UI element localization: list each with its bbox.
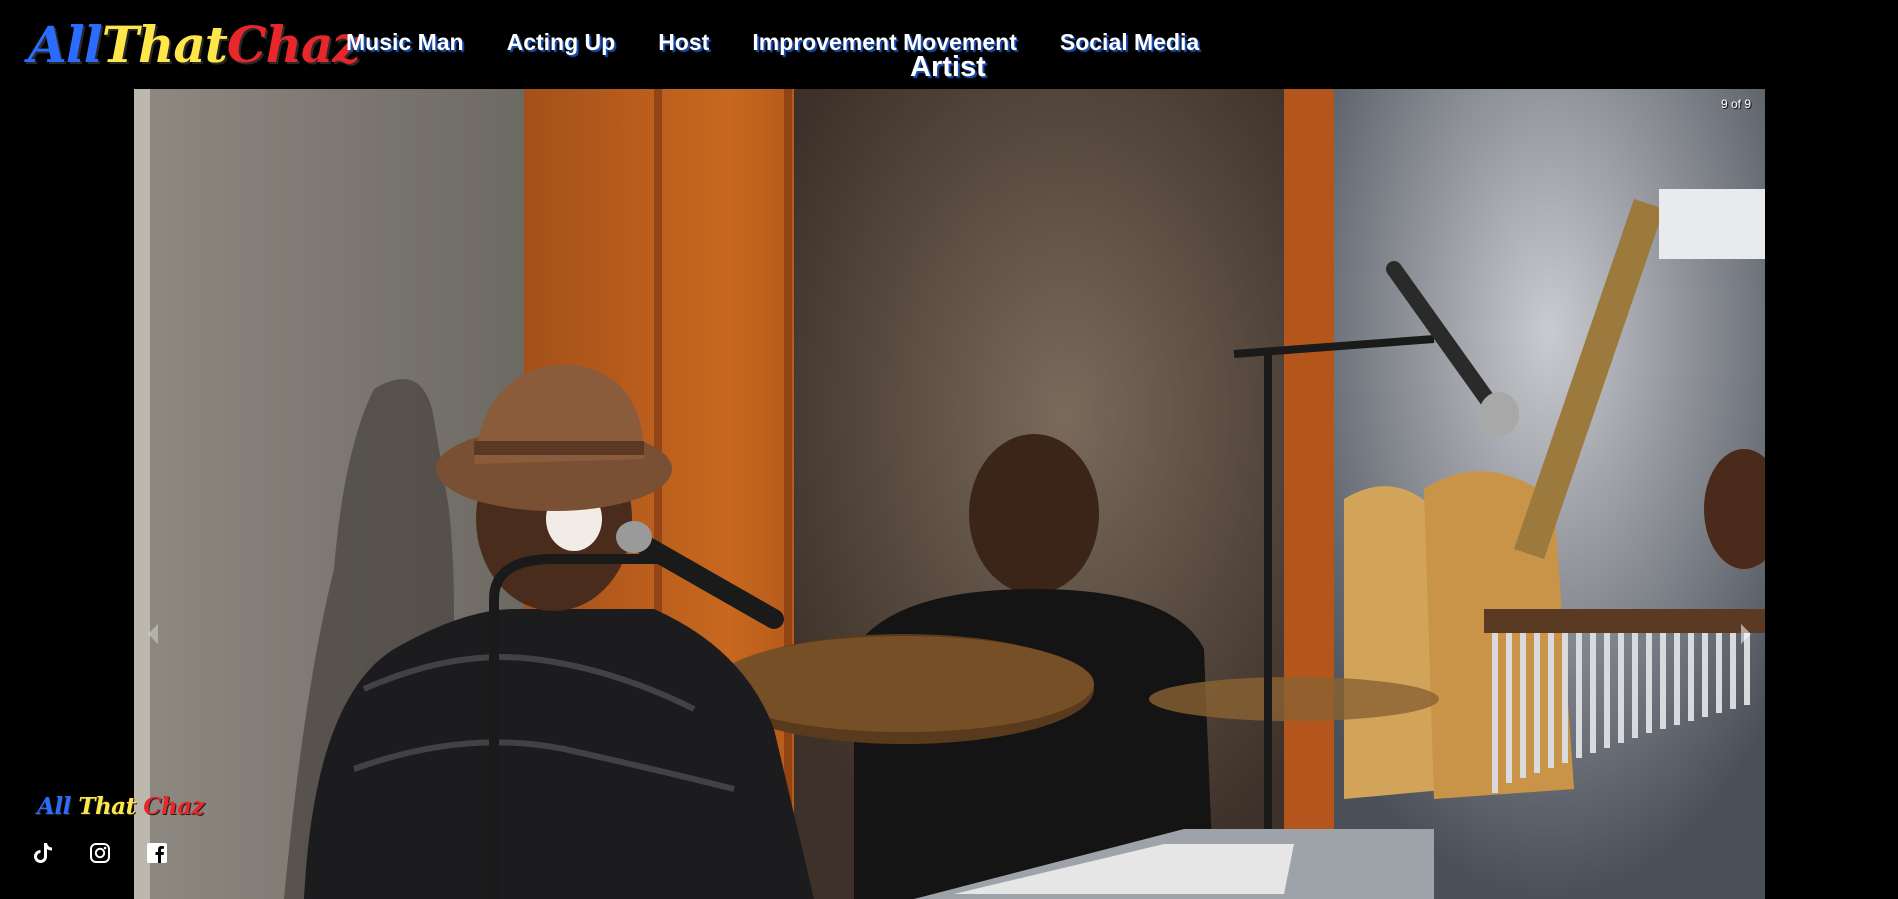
footer-logo-word-that: That bbox=[78, 793, 136, 820]
social-links bbox=[32, 842, 168, 864]
logo-word-all: All bbox=[28, 15, 103, 74]
footer-logo-word-chaz: Chaz bbox=[143, 793, 205, 820]
tiktok-link[interactable] bbox=[32, 842, 54, 864]
nav-acting-up[interactable]: Acting Up bbox=[507, 26, 616, 62]
facebook-link[interactable] bbox=[146, 842, 168, 864]
instagram-icon bbox=[90, 843, 110, 863]
facebook-icon bbox=[147, 843, 167, 863]
slide-counter: 9 of 9 bbox=[1720, 97, 1751, 111]
instagram-link[interactable] bbox=[89, 842, 111, 864]
nav-sub-artist[interactable]: Artist bbox=[910, 50, 986, 84]
slideshow-prev-button[interactable] bbox=[142, 619, 166, 649]
chevron-left-icon bbox=[148, 624, 158, 644]
slide-image bbox=[134, 89, 1765, 899]
nav-host[interactable]: Host bbox=[658, 26, 709, 62]
tiktok-icon bbox=[34, 843, 52, 863]
logo-word-chaz: Chaz bbox=[226, 15, 361, 74]
slideshow-next-button[interactable] bbox=[1733, 619, 1757, 649]
logo-word-that: That bbox=[101, 15, 228, 74]
footer-logo-word-all: All bbox=[37, 793, 71, 820]
main-nav: Music Man Acting Up Host Improvement Mov… bbox=[346, 26, 1242, 62]
chevron-right-icon bbox=[1741, 624, 1751, 644]
page: AllThatChaz Music Man Acting Up Host Imp… bbox=[0, 0, 1898, 899]
nav-social-media[interactable]: Social Media bbox=[1060, 26, 1199, 62]
footer-logo[interactable]: All That Chaz bbox=[37, 793, 205, 820]
nav-music-man[interactable]: Music Man bbox=[346, 26, 464, 62]
photo-slideshow[interactable]: 9 of 9 bbox=[134, 89, 1765, 899]
site-logo[interactable]: AllThatChaz bbox=[28, 14, 361, 76]
